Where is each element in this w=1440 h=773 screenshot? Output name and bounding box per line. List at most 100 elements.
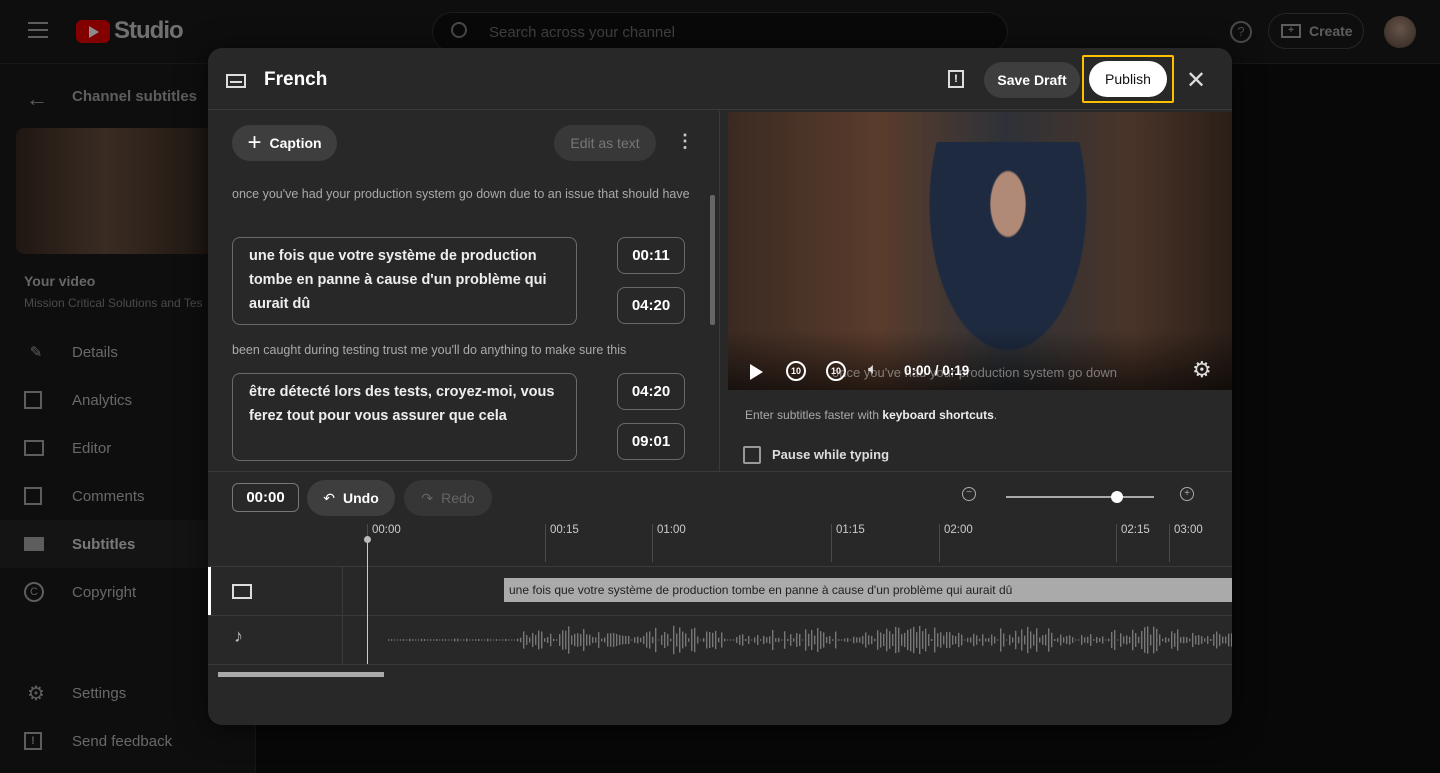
waveform-bar (604, 637, 606, 643)
waveform-bar (433, 639, 435, 641)
waveform-bar (1093, 639, 1095, 641)
waveform-bar (1219, 634, 1221, 646)
waveform-bar (766, 637, 768, 643)
waveform-bar (721, 632, 723, 648)
waveform-bar (802, 639, 804, 641)
track-label-divider (342, 566, 343, 664)
waveform-bar (778, 637, 780, 643)
waveform-bar (763, 635, 765, 645)
waveform-bar (679, 627, 681, 653)
caption-start-time[interactable]: 00:11 (617, 237, 685, 274)
waveform-bar (1129, 636, 1131, 644)
report-icon[interactable]: ! (948, 70, 964, 88)
waveform-bar (955, 636, 957, 644)
caption-text-input[interactable]: être détecté lors des tests, croyez-moi,… (232, 373, 577, 461)
waveform-bar (769, 636, 771, 644)
waveform-bar (538, 630, 540, 650)
caption-end-time[interactable]: 04:20 (617, 287, 685, 324)
edit-as-text-button[interactable]: Edit as text (554, 125, 656, 161)
caption-track-segment[interactable]: une fois que votre système de production… (504, 578, 1232, 602)
waveform-bar (937, 633, 939, 647)
waveform-bar (889, 631, 891, 649)
waveform-bar (895, 626, 897, 654)
waveform-bar (1183, 636, 1185, 644)
publish-button[interactable]: Publish (1089, 61, 1167, 97)
redo-button[interactable]: ↷ Redo (404, 480, 492, 516)
waveform-bar (1102, 636, 1104, 644)
waveform-bar (1078, 639, 1080, 641)
waveform-bar (571, 635, 573, 645)
waveform-bar (964, 639, 966, 641)
waveform-bar (502, 639, 504, 641)
waveform-bar (997, 639, 999, 641)
waveform-bar (469, 639, 471, 641)
caption-start-time[interactable]: 04:20 (617, 373, 685, 410)
waveform-bar (1186, 637, 1188, 643)
waveform-bar (691, 628, 693, 652)
zoom-out-icon[interactable]: − (962, 487, 976, 501)
waveform-bar (1147, 626, 1149, 654)
waveform-bar (871, 635, 873, 645)
waveform-bar (394, 639, 396, 641)
undo-button[interactable]: ↶ Undo (307, 480, 395, 516)
source-caption: been caught during testing trust me you'… (232, 343, 627, 357)
waveform-bar (1051, 632, 1053, 648)
waveform-bar (1159, 634, 1161, 646)
pause-while-typing-checkbox[interactable] (743, 446, 761, 464)
waveform-bar (523, 631, 525, 649)
zoom-slider-thumb[interactable] (1111, 491, 1123, 503)
waveform-bar (991, 634, 993, 646)
volume-icon[interactable]: 🔈︎ (868, 361, 878, 379)
keyboard-shortcuts-link[interactable]: keyboard shortcuts (882, 408, 993, 422)
waveform-bar (676, 633, 678, 647)
subtitle-editor-dialog: French ! Save Draft Publish ✕ + Caption E… (208, 48, 1232, 725)
waveform-bar (916, 632, 918, 648)
waveform-bar (1231, 633, 1232, 647)
waveform-bar (709, 631, 711, 649)
waveform-bar (1090, 634, 1092, 646)
waveform-bar (877, 630, 879, 650)
waveform-bar (484, 639, 486, 641)
waveform-bar (1015, 630, 1017, 650)
play-icon[interactable] (750, 364, 763, 380)
waveform-bar (1198, 635, 1200, 645)
dialog-header: French ! Save Draft Publish ✕ (208, 48, 1232, 110)
waveform-bar (472, 639, 474, 641)
waveform-bar (952, 635, 954, 645)
waveform-bar (1069, 635, 1071, 645)
playhead[interactable] (364, 536, 371, 664)
waveform-bar (544, 638, 546, 642)
waveform-bar (520, 637, 522, 643)
dialog-title: French (264, 69, 328, 90)
waveform-bar (796, 633, 798, 647)
zoom-slider[interactable] (1006, 491, 1154, 503)
waveform-bar (865, 632, 867, 648)
waveform-bar (1063, 637, 1065, 643)
waveform-bar (1081, 635, 1083, 645)
zoom-in-icon[interactable]: + (1180, 487, 1194, 501)
waveform-bar (835, 631, 837, 649)
save-draft-button[interactable]: Save Draft (984, 62, 1080, 98)
waveform-bar (658, 639, 660, 641)
close-icon[interactable]: ✕ (1186, 66, 1206, 95)
current-time-field[interactable]: 00:00 (232, 483, 299, 512)
more-options-icon[interactable]: ⋮ (676, 131, 694, 152)
rewind-10-icon[interactable]: 10 (786, 361, 806, 381)
caption-text-input[interactable]: une fois que votre système de production… (232, 237, 577, 325)
time-display: 0:00 / 0:19 (904, 363, 970, 378)
waveform-bar (415, 639, 417, 641)
timeline-scrollbar[interactable] (218, 672, 384, 677)
video-player[interactable]: 10 10 once you've had your production sy… (728, 112, 1232, 390)
waveform-bar (934, 627, 936, 653)
settings-gear-icon[interactable]: ⚙ (1192, 357, 1212, 383)
add-caption-button[interactable]: + Caption (232, 125, 337, 161)
caption-end-time[interactable]: 09:01 (617, 423, 685, 460)
waveform-bar (586, 634, 588, 646)
waveform-bar (598, 632, 600, 648)
waveform-bar (799, 634, 801, 646)
scrollbar[interactable] (710, 195, 715, 325)
waveform-bar (568, 626, 570, 654)
track-divider (208, 664, 1232, 665)
waveform-bar (961, 634, 963, 646)
waveform-bar (490, 639, 492, 641)
